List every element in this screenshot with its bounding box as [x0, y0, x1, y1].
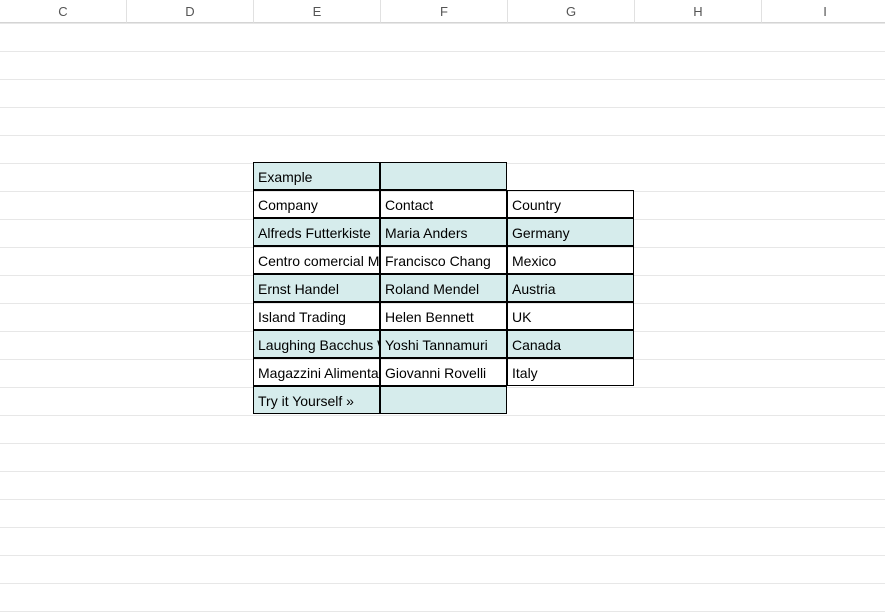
row-gridline — [0, 415, 885, 416]
row-gridline — [0, 583, 885, 584]
cell-F11[interactable]: Helen Bennett — [380, 302, 507, 330]
cell-G10[interactable]: Austria — [507, 274, 634, 302]
column-header-G[interactable]: G — [508, 0, 635, 23]
column-header-F[interactable]: F — [381, 0, 508, 23]
row-gridline — [0, 107, 885, 108]
cell-E14[interactable]: Try it Yourself » — [253, 386, 380, 414]
cell-F12[interactable]: Yoshi Tannamuri — [380, 330, 507, 358]
row-gridline — [0, 443, 885, 444]
row-gridline — [0, 79, 885, 80]
cell-E10[interactable]: Ernst Handel — [253, 274, 380, 302]
cell-F8[interactable]: Maria Anders — [380, 218, 507, 246]
row-gridline — [0, 499, 885, 500]
row-gridline — [0, 135, 885, 136]
row-gridline — [0, 555, 885, 556]
cell-E13[interactable]: Magazzini Alimentari Riuniti — [253, 358, 380, 386]
row-gridline — [0, 23, 885, 24]
cell-E8[interactable]: Alfreds Futterkiste — [253, 218, 380, 246]
cell-E7[interactable]: Company — [253, 190, 380, 218]
cell-F7[interactable]: Contact — [380, 190, 507, 218]
cell-G7[interactable]: Country — [507, 190, 634, 218]
column-header-H[interactable]: H — [635, 0, 762, 23]
cell-E9[interactable]: Centro comercial Moctezuma — [253, 246, 380, 274]
spreadsheet-grid[interactable]: CDEFGHI ExampleCompanyContactCountry Alfre… — [0, 0, 885, 605]
cell-E12[interactable]: Laughing Bacchus Winecellars — [253, 330, 380, 358]
cell-G9[interactable]: Mexico — [507, 246, 634, 274]
column-header-C[interactable]: C — [0, 0, 127, 23]
cell-G13[interactable]: Italy — [507, 358, 634, 386]
cell-F10[interactable]: Roland Mendel — [380, 274, 507, 302]
cell-F13[interactable]: Giovanni Rovelli — [380, 358, 507, 386]
column-header-D[interactable]: D — [127, 0, 254, 23]
cell-G12[interactable]: Canada — [507, 330, 634, 358]
cell-E11[interactable]: Island Trading — [253, 302, 380, 330]
cell-G8[interactable]: Germany — [507, 218, 634, 246]
column-header-E[interactable]: E — [254, 0, 381, 23]
cell-F14[interactable] — [380, 386, 507, 414]
cell-F9[interactable]: Francisco Chang — [380, 246, 507, 274]
cell-E6[interactable]: Example — [253, 162, 380, 190]
row-gridline — [0, 471, 885, 472]
column-header-I[interactable]: I — [762, 0, 885, 23]
row-gridline — [0, 51, 885, 52]
cell-G11[interactable]: UK — [507, 302, 634, 330]
row-gridline — [0, 527, 885, 528]
cell-F6[interactable] — [380, 162, 507, 190]
